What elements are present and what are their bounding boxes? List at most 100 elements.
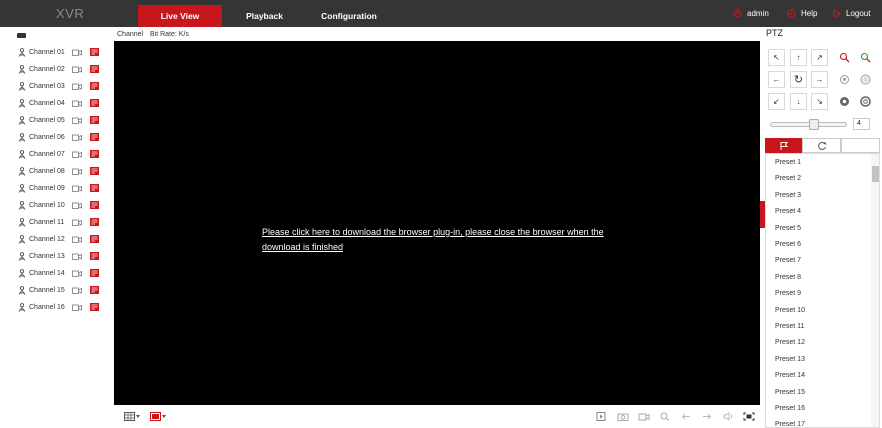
preset-item[interactable]: Preset 16: [775, 405, 805, 412]
focus-far-button[interactable]: [857, 71, 874, 88]
channel-item[interactable]: Channel 03: [18, 80, 99, 92]
record-channel-icon[interactable]: [90, 82, 99, 90]
ptz-down-button[interactable]: ↓: [790, 93, 807, 110]
camera-open-icon[interactable]: [72, 168, 82, 175]
channel-item[interactable]: Channel 08: [18, 165, 99, 177]
record-all-icon[interactable]: [150, 412, 167, 421]
record-channel-icon[interactable]: [90, 133, 99, 141]
ptz-down-right-button[interactable]: ↘: [811, 93, 828, 110]
preset-item[interactable]: Preset 7: [775, 257, 801, 264]
camera-open-icon[interactable]: [72, 253, 82, 260]
ptz-down-left-button[interactable]: ↙: [768, 93, 785, 110]
preset-item[interactable]: Preset 12: [775, 339, 805, 346]
camera-open-icon[interactable]: [72, 304, 82, 311]
live-video-area[interactable]: Please click here to download the browse…: [114, 41, 760, 405]
tab-cruise[interactable]: [802, 138, 841, 153]
snapshot-icon[interactable]: [617, 412, 629, 421]
preset-item[interactable]: Preset 1: [775, 159, 801, 166]
record-channel-icon[interactable]: [90, 252, 99, 260]
preset-item[interactable]: Preset 5: [775, 225, 801, 232]
ptz-auto-scan-button[interactable]: ↻: [790, 71, 807, 88]
channel-item[interactable]: Channel 16: [18, 301, 99, 313]
record-icon[interactable]: [638, 412, 650, 421]
focus-near-button[interactable]: [836, 71, 853, 88]
ptz-speed-slider-knob[interactable]: [809, 119, 819, 130]
record-channel-icon[interactable]: [90, 184, 99, 192]
audio-icon[interactable]: [722, 412, 734, 421]
preset-item[interactable]: Preset 2: [775, 175, 801, 182]
camera-open-icon[interactable]: [72, 134, 82, 141]
help-link[interactable]: Help: [787, 0, 817, 27]
channel-item[interactable]: Channel 07: [18, 148, 99, 160]
preset-item[interactable]: Preset 6: [775, 241, 801, 248]
preset-item[interactable]: Preset 17: [775, 421, 805, 427]
tab-extra[interactable]: [841, 138, 880, 153]
camera-open-icon[interactable]: [72, 219, 82, 226]
next-icon[interactable]: [701, 412, 713, 421]
channel-item[interactable]: Channel 12: [18, 233, 99, 245]
record-channel-icon[interactable]: [90, 48, 99, 56]
camera-open-icon[interactable]: [72, 117, 82, 124]
camera-open-icon[interactable]: [72, 236, 82, 243]
channel-item[interactable]: Channel 06: [18, 131, 99, 143]
channel-item[interactable]: Channel 15: [18, 284, 99, 296]
nav-configuration[interactable]: Configuration: [307, 5, 391, 27]
logout-link[interactable]: Logout: [832, 0, 870, 27]
record-channel-icon[interactable]: [90, 150, 99, 158]
channel-item[interactable]: Channel 04: [18, 97, 99, 109]
iris-open-button[interactable]: [836, 93, 853, 110]
prev-icon[interactable]: [680, 412, 692, 421]
ptz-right-button[interactable]: →: [811, 71, 828, 88]
record-channel-icon[interactable]: [90, 235, 99, 243]
record-channel-icon[interactable]: [90, 201, 99, 209]
nav-playback[interactable]: Playback: [222, 5, 307, 27]
preset-item[interactable]: Preset 4: [775, 208, 801, 215]
channel-item[interactable]: Channel 01: [18, 46, 99, 58]
plugin-download-link[interactable]: Please click here to download the browse…: [262, 225, 622, 255]
camera-open-icon[interactable]: [72, 151, 82, 158]
camera-open-icon[interactable]: [72, 66, 82, 73]
record-channel-icon[interactable]: [90, 269, 99, 277]
channel-item[interactable]: Channel 11: [18, 216, 99, 228]
channel-item[interactable]: Channel 09: [18, 182, 99, 194]
preset-item[interactable]: Preset 14: [775, 372, 805, 379]
channel-item[interactable]: Channel 13: [18, 250, 99, 262]
tab-preset[interactable]: [765, 138, 802, 153]
preset-item[interactable]: Preset 11: [775, 323, 804, 330]
preset-item[interactable]: Preset 8: [775, 274, 801, 281]
ptz-up-left-button[interactable]: ↖: [768, 49, 785, 66]
camera-open-icon[interactable]: [72, 185, 82, 192]
record-channel-icon[interactable]: [90, 65, 99, 73]
preset-item[interactable]: Preset 10: [775, 307, 805, 314]
record-channel-icon[interactable]: [90, 167, 99, 175]
preset-scrollbar[interactable]: [871, 154, 879, 427]
dvr-device-icon[interactable]: [17, 33, 26, 38]
record-channel-icon[interactable]: [90, 286, 99, 294]
record-channel-icon[interactable]: [90, 99, 99, 107]
preset-item[interactable]: Preset 9: [775, 290, 801, 297]
camera-open-icon[interactable]: [72, 100, 82, 107]
camera-open-icon[interactable]: [72, 287, 82, 294]
fullscreen-icon[interactable]: [743, 412, 755, 421]
zoom-in-button[interactable]: [836, 49, 853, 66]
record-channel-icon[interactable]: [90, 303, 99, 311]
ptz-left-button[interactable]: ←: [768, 71, 785, 88]
channel-item[interactable]: Channel 02: [18, 63, 99, 75]
preset-item[interactable]: Preset 3: [775, 192, 801, 199]
ptz-up-button[interactable]: ↑: [790, 49, 807, 66]
preset-item[interactable]: Preset 15: [775, 389, 805, 396]
camera-open-icon[interactable]: [72, 202, 82, 209]
preset-item[interactable]: Preset 13: [775, 356, 805, 363]
ptz-up-right-button[interactable]: ↗: [811, 49, 828, 66]
split-screen-icon[interactable]: [124, 412, 141, 421]
record-channel-icon[interactable]: [90, 218, 99, 226]
camera-open-icon[interactable]: [72, 49, 82, 56]
camera-open-icon[interactable]: [72, 83, 82, 90]
iris-close-button[interactable]: [857, 93, 874, 110]
channel-item[interactable]: Channel 05: [18, 114, 99, 126]
play-icon[interactable]: [595, 412, 607, 421]
zoom-icon[interactable]: [659, 412, 671, 421]
user-menu[interactable]: admin: [733, 0, 769, 27]
zoom-out-button[interactable]: [857, 49, 874, 66]
preset-scrollbar-thumb[interactable]: [872, 166, 879, 182]
